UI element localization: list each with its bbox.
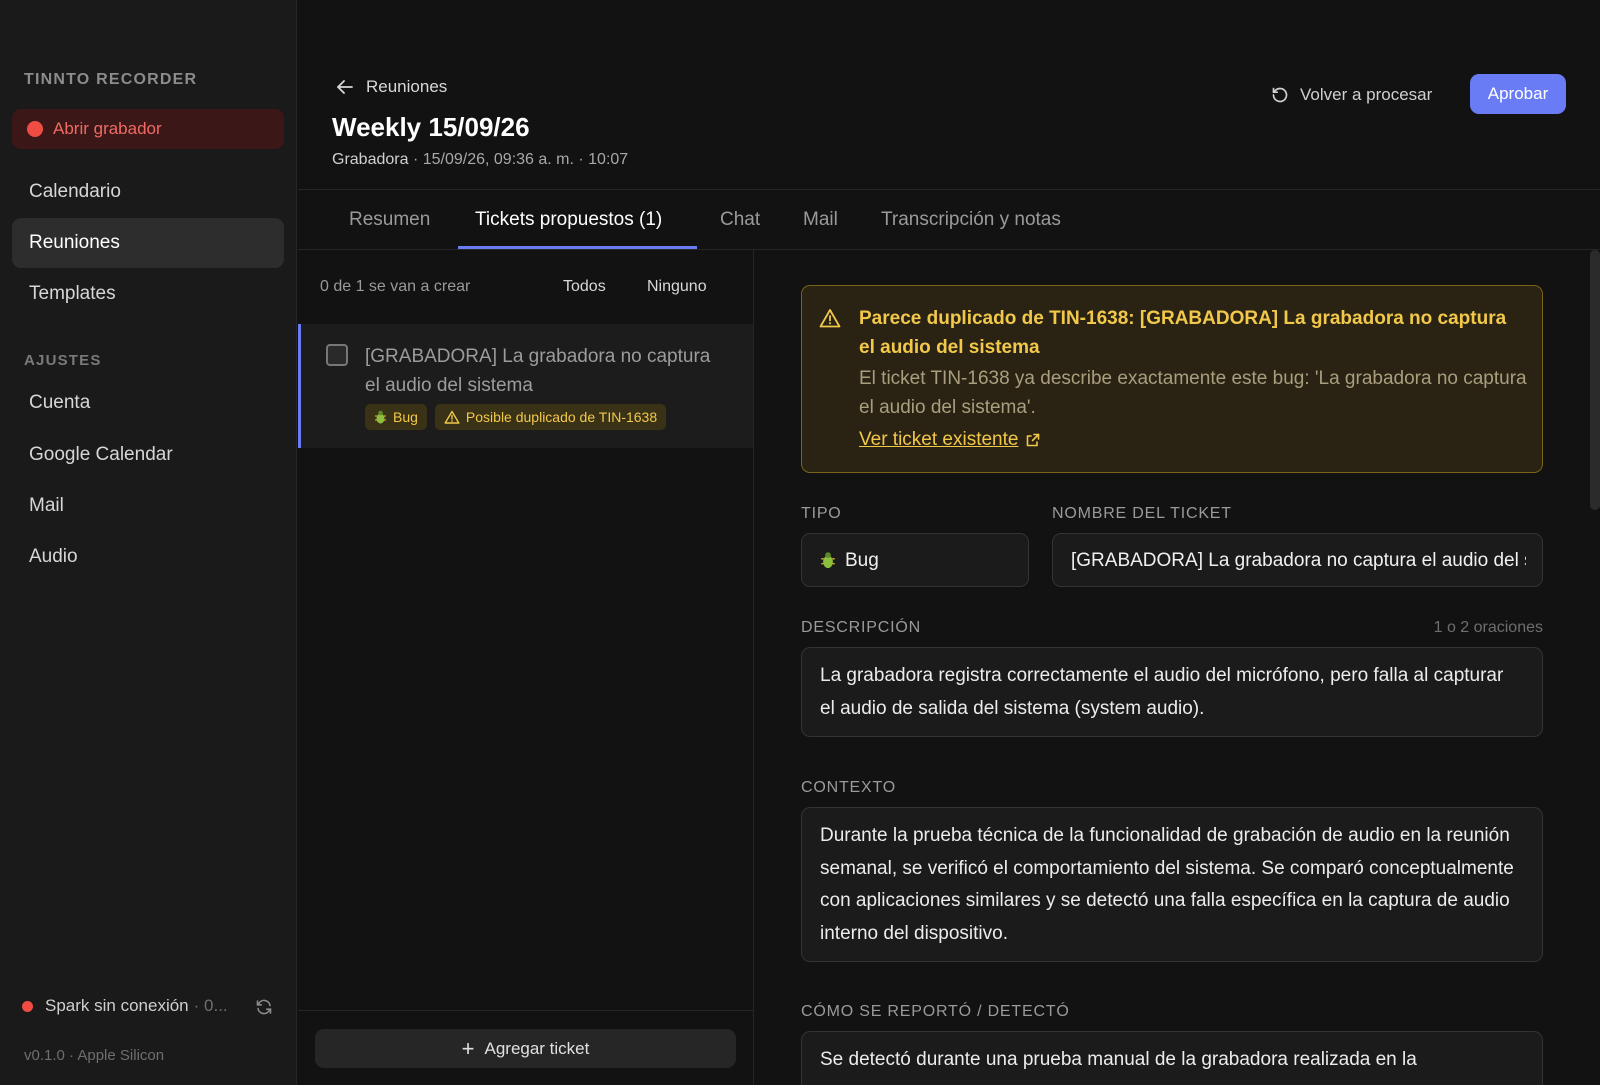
- type-field-label: TIPO: [801, 505, 842, 522]
- type-value: Bug: [845, 550, 879, 571]
- tab-chat[interactable]: Chat: [720, 209, 760, 231]
- connection-status: Spark sin conexión · 0...: [22, 996, 228, 1016]
- description-textarea[interactable]: La grabadora registra correctamente el a…: [801, 647, 1543, 737]
- status-subtext: · 0...: [193, 996, 228, 1015]
- record-dot-icon: [27, 121, 43, 137]
- open-recorder-label: Abrir grabador: [53, 119, 162, 138]
- sidebar-item-cuenta[interactable]: Cuenta: [12, 378, 284, 428]
- sidebar-item-label: Audio: [29, 546, 78, 567]
- duplicate-warning: Parece duplicado de TIN-1638: [GRABADORA…: [801, 285, 1543, 473]
- ticket-list-item[interactable]: [GRABADORA] La grabadora no captura el a…: [298, 324, 753, 448]
- version-label: v0.1.0 · Apple Silicon: [24, 1047, 165, 1064]
- reprocess-button[interactable]: Volver a procesar: [1270, 82, 1432, 108]
- external-link-icon: [1027, 433, 1040, 447]
- duplicate-badge-label: Posible duplicado de TIN-1638: [465, 409, 658, 425]
- open-recorder-button[interactable]: Abrir grabador: [12, 109, 284, 149]
- view-existing-ticket-link[interactable]: Ver ticket existente: [859, 429, 1041, 451]
- sidebar-item-label: Reuniones: [29, 232, 120, 253]
- page-title: Weekly 15/09/26: [332, 112, 530, 142]
- ticket-list-footer: + Agregar ticket: [298, 1010, 753, 1085]
- ticket-checkbox[interactable]: [326, 344, 348, 366]
- sidebar-item-label: Templates: [29, 283, 116, 304]
- ticket-count: 0 de 1 se van a crear: [320, 278, 471, 295]
- active-tab-indicator: [458, 246, 697, 249]
- bug-icon: [821, 552, 835, 568]
- reported-field-label: CÓMO SE REPORTÓ / DETECTÓ: [801, 1003, 1070, 1020]
- context-field-label: CONTEXTO: [801, 779, 897, 796]
- ticket-title: [GRABADORA] La grabadora no captura el a…: [365, 346, 711, 396]
- arrow-left-icon: [337, 80, 353, 94]
- warning-icon: [444, 410, 460, 424]
- back-label: Reuniones: [366, 77, 448, 96]
- status-dot-icon: [22, 1000, 33, 1012]
- type-badge: Bug: [365, 404, 427, 430]
- context-textarea[interactable]: Durante la prueba técnica de la funciona…: [801, 807, 1543, 962]
- sidebar-item-audio[interactable]: Audio: [12, 532, 284, 582]
- sidebar-item-label: Mail: [29, 495, 64, 516]
- detail-scrollbar[interactable]: [1590, 250, 1600, 510]
- view-existing-ticket-label: Ver ticket existente: [859, 429, 1019, 450]
- sidebar-item-google-calendar[interactable]: Google Calendar: [12, 430, 284, 480]
- bug-icon: [375, 410, 386, 424]
- sidebar-item-calendario[interactable]: Calendario: [12, 167, 284, 217]
- tab-resumen[interactable]: Resumen: [349, 209, 430, 231]
- ticket-list-pane: 0 de 1 se van a crear Todos Ninguno [GRA…: [298, 250, 754, 1085]
- context-value: Durante la prueba técnica de la funciona…: [820, 825, 1514, 944]
- description-hint: 1 o 2 oraciones: [1433, 619, 1543, 636]
- select-none-button[interactable]: Ninguno: [647, 278, 707, 296]
- plus-icon: +: [461, 1035, 475, 1061]
- sidebar-item-label: Calendario: [29, 181, 121, 202]
- meeting-meta: Grabadora · 15/09/26, 09:36 a. m. · 10:0…: [332, 151, 628, 169]
- sidebar-item-templates[interactable]: Templates: [12, 269, 284, 319]
- warning-icon: [819, 309, 841, 328]
- settings-section-label: AJUSTES: [24, 352, 102, 369]
- refresh-icon[interactable]: [254, 997, 274, 1017]
- description-field-label: DESCRIPCIÓN: [801, 619, 921, 636]
- back-link[interactable]: Reuniones: [336, 77, 447, 97]
- sidebar: TINNTO RECORDER Abrir grabador Calendari…: [0, 0, 297, 1085]
- add-ticket-button[interactable]: + Agregar ticket: [315, 1029, 736, 1068]
- sidebar-item-label: Google Calendar: [29, 444, 173, 465]
- ticket-name-value: [GRABADORA] La grabadora no captura el a…: [1071, 550, 1526, 571]
- tab-transcripcion[interactable]: Transcripción y notas: [881, 209, 1061, 231]
- reported-value: Se detectó durante una prueba manual de …: [820, 1049, 1417, 1070]
- tab-mail[interactable]: Mail: [803, 209, 838, 231]
- reported-textarea[interactable]: Se detectó durante una prueba manual de …: [801, 1031, 1543, 1085]
- add-ticket-label: Agregar ticket: [484, 1038, 590, 1058]
- warning-body: El ticket TIN-1638 ya describe exactamen…: [859, 368, 1527, 418]
- ticket-name-field-label: NOMBRE DEL TICKET: [1052, 505, 1232, 522]
- description-value: La grabadora registra correctamente el a…: [820, 665, 1504, 719]
- warning-title: Parece duplicado de TIN-1638: [GRABADORA…: [859, 308, 1507, 358]
- ticket-name-input[interactable]: [GRABADORA] La grabadora no captura el a…: [1052, 533, 1543, 587]
- approve-button[interactable]: Aprobar: [1470, 74, 1566, 114]
- status-text: Spark sin conexión: [45, 996, 189, 1015]
- tab-tickets-propuestos[interactable]: Tickets propuestos (1): [475, 209, 662, 231]
- type-badge-label: Bug: [393, 409, 418, 425]
- type-select[interactable]: Bug: [801, 533, 1029, 587]
- meeting-datetime: · 15/09/26, 09:36 a. m. · 10:07: [408, 151, 629, 168]
- ticket-badges: Bug Posible duplicado de TIN-1638: [365, 404, 667, 430]
- sidebar-item-label: Cuenta: [29, 392, 91, 413]
- app-window: TINNTO RECORDER Abrir grabador Calendari…: [0, 0, 1600, 1085]
- reprocess-label: Volver a procesar: [1300, 85, 1433, 104]
- meeting-source: Grabadora: [332, 151, 409, 168]
- brand-label: TINNTO RECORDER: [24, 71, 198, 88]
- rotate-ccw-icon: [1272, 87, 1288, 103]
- select-all-button[interactable]: Todos: [563, 278, 606, 296]
- tab-bar: Resumen Tickets propuestos (1) Chat Mail…: [298, 189, 1600, 250]
- sidebar-item-mail[interactable]: Mail: [12, 481, 284, 531]
- sidebar-item-reuniones[interactable]: Reuniones: [12, 218, 284, 268]
- duplicate-badge: Posible duplicado de TIN-1638: [434, 404, 667, 430]
